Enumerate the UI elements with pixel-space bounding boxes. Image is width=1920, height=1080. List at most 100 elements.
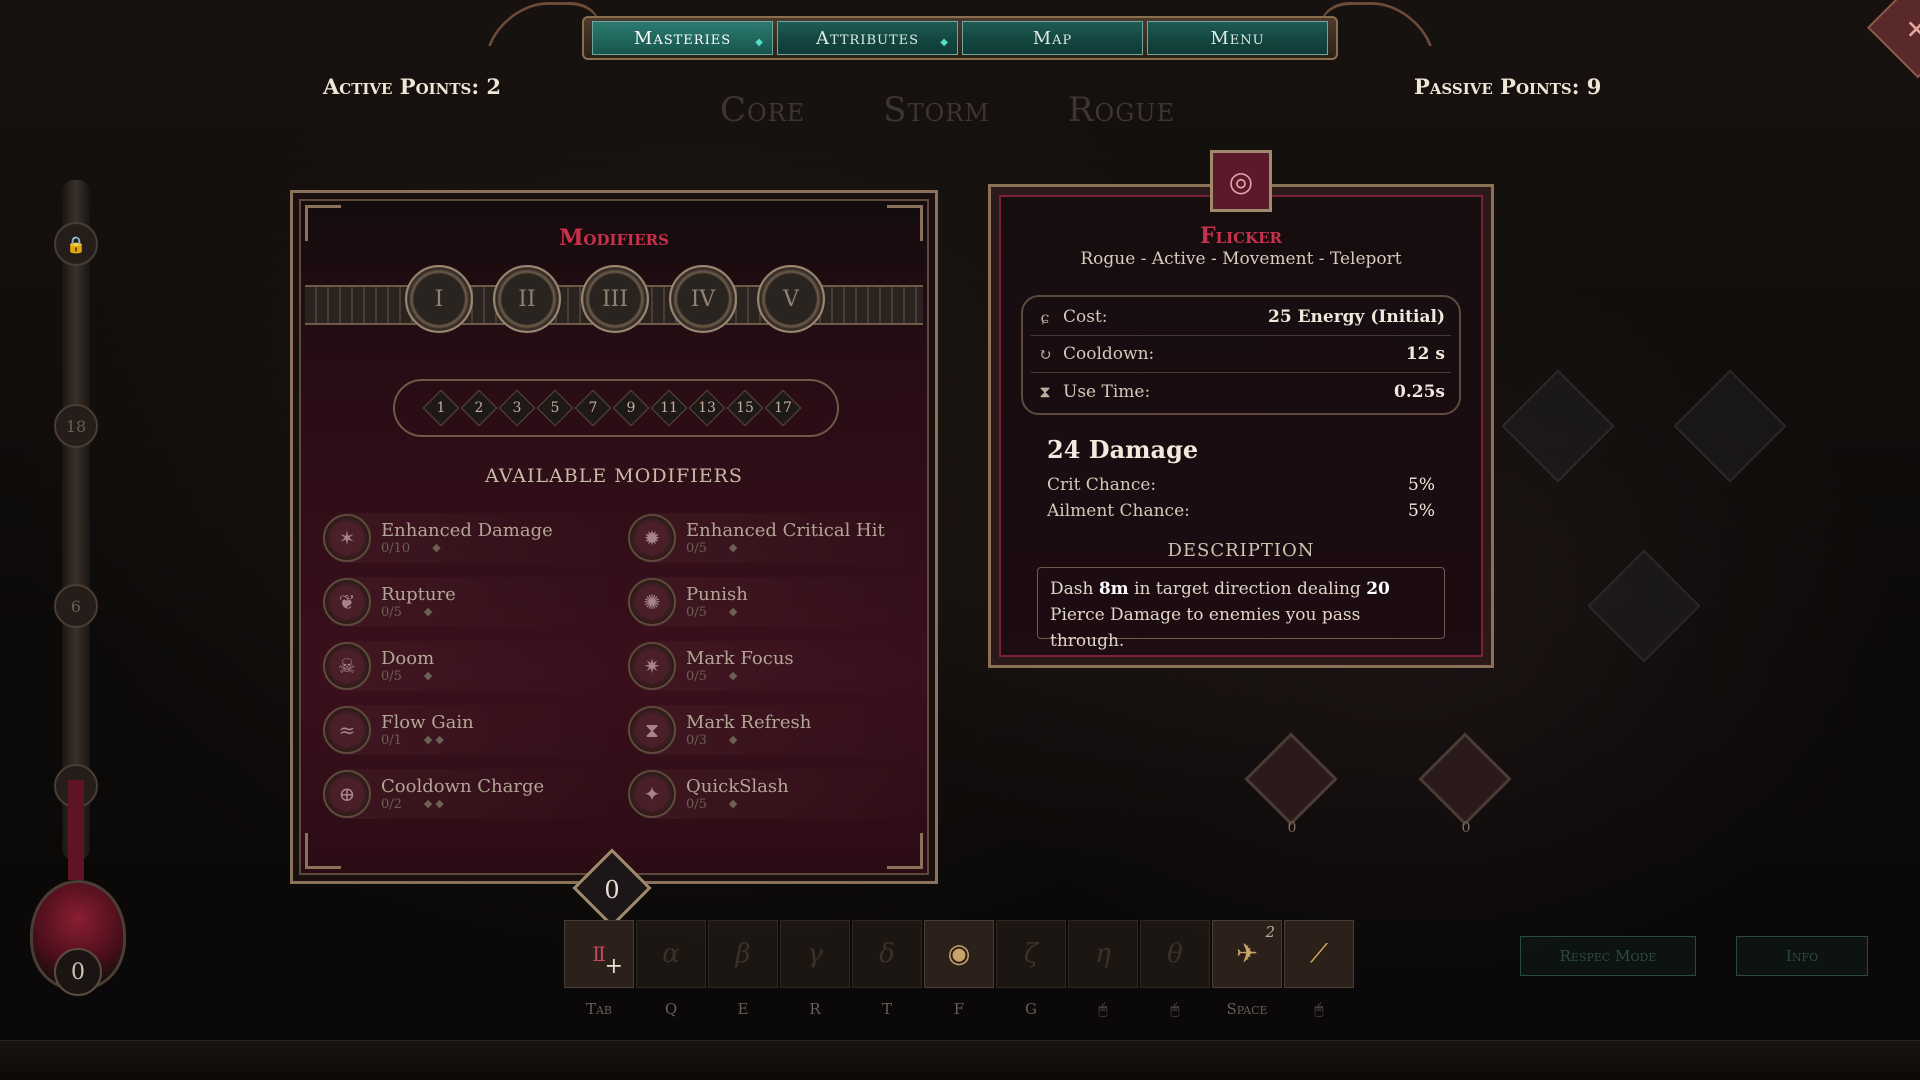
cooldown-icon: ↻ — [1038, 344, 1052, 364]
modifier-quickslash[interactable]: ✦ QuickSlash 0/5 ◆ — [628, 769, 913, 819]
tab-masteries-label: Masteries — [633, 27, 732, 49]
respec-mode-button[interactable]: Respec Mode — [1520, 936, 1696, 976]
modifiers-title: Modifiers — [559, 225, 669, 251]
modifier-rank: 0/5 — [686, 605, 707, 620]
key-label: G — [1025, 1000, 1037, 1018]
tab-attributes[interactable]: Attributes ◆ — [777, 21, 958, 55]
hotbar-slot-r[interactable]: γ — [780, 920, 850, 988]
modifier-name: Enhanced Critical Hit — [686, 520, 885, 541]
modifier-name: Punish — [686, 584, 748, 605]
modifier-rank: 0/5 — [686, 541, 707, 556]
modifier-enhanced-critical-hit[interactable]: ✹ Enhanced Critical Hit 0/5 ◆ — [628, 513, 913, 563]
modifier-cost-pips: ◆ — [423, 669, 436, 682]
modifier-flow-gain[interactable]: ≈ Flow Gain 0/1 ◆◆ — [323, 705, 608, 755]
hotbar-slot-g[interactable]: ζ — [996, 920, 1066, 988]
tab-menu-label: Menu — [1210, 27, 1265, 49]
level-marker: 7 — [579, 390, 607, 426]
hotbar-slot-mouse2[interactable]: θ — [1140, 920, 1210, 988]
background — [0, 0, 1920, 1080]
mouse-icon: 🖱 — [1314, 1000, 1324, 1018]
tab-menu[interactable]: Menu — [1147, 21, 1328, 55]
modifier-rank: 0/3 — [686, 733, 707, 748]
stat-value: 12 s — [1405, 344, 1445, 364]
mastery-tab-storm[interactable]: Storm — [883, 90, 990, 130]
modifier-punish[interactable]: ✺ Punish 0/5 ◆ — [628, 577, 913, 627]
modifier-enhanced-damage[interactable]: ✶ Enhanced Damage 0/10 ◆ — [323, 513, 608, 563]
level-marker: 9 — [617, 390, 645, 426]
modifier-doom[interactable]: ☠ Doom 0/5 ◆ — [323, 641, 608, 691]
tab-masteries[interactable]: Masteries ◆ — [592, 21, 773, 55]
hotbar-slot-f[interactable]: ◉ — [924, 920, 994, 988]
hotbar-slot-t[interactable]: δ — [852, 920, 922, 988]
level-marker: 1 — [427, 390, 455, 426]
modifier-rank: 0/5 — [381, 669, 402, 684]
tier-button-1[interactable]: I — [405, 265, 473, 333]
claw-icon: ✶ — [323, 514, 371, 562]
tier-button-5[interactable]: V — [757, 265, 825, 333]
hotbar-slot-e[interactable]: β — [708, 920, 778, 988]
flicker-skill-icon: ◎ — [1210, 150, 1272, 212]
key-label: R — [809, 1000, 821, 1018]
passive-points: Passive Points: 9 — [1414, 74, 1602, 99]
hotbar-keys: Tab Q E R T F G 🖱 🖱 Space 🖱 — [564, 1000, 1354, 1018]
hotbar-slot-mouse3[interactable]: ⟋ — [1284, 920, 1354, 988]
stat-label: Cooldown: — [1063, 344, 1155, 364]
modifier-rank: 0/10 — [381, 541, 411, 556]
mastery-tab-core[interactable]: Core — [720, 90, 805, 130]
modifier-name: Mark Focus — [686, 648, 794, 669]
hourglass-icon: ⧗ — [628, 706, 676, 754]
top-navigation: Masteries ◆ Attributes ◆ Map Menu — [487, 0, 1433, 64]
modifier-name: Doom — [381, 648, 435, 669]
modifier-cost-pips: ◆◆ — [423, 797, 447, 810]
blade-icon: ⟋ — [1309, 938, 1329, 969]
energy-icon: ɕ — [1040, 307, 1050, 327]
level-marker: 5 — [541, 390, 569, 426]
stat-cooldown: ↻ Cooldown: 12 s — [1031, 336, 1451, 373]
hotbar-slot-q[interactable]: ɑ — [636, 920, 706, 988]
tier-selector: I II III IV V — [405, 265, 825, 333]
tier-button-2[interactable]: II — [493, 265, 561, 333]
modifier-name: Cooldown Charge — [381, 776, 545, 797]
modifier-name: Rupture — [381, 584, 456, 605]
tier-button-3[interactable]: III — [581, 265, 649, 333]
mouse-icon: 🖱 — [1170, 1000, 1180, 1018]
tab-map[interactable]: Map — [962, 21, 1143, 55]
modifier-rupture[interactable]: ❦ Rupture 0/5 ◆ — [323, 577, 608, 627]
skill-damage: 24 Damage — [1047, 435, 1199, 464]
modifiers-panel: Modifiers I II III IV V 1 2 3 5 7 9 11 1… — [290, 190, 938, 884]
key-label: F — [953, 1000, 965, 1018]
hotbar-slot-tab[interactable]: Ⅱ + — [564, 920, 634, 988]
level-marker: 17 — [769, 390, 797, 426]
nav-tab-bar: Masteries ◆ Attributes ◆ Map Menu — [582, 16, 1338, 60]
tier-button-4[interactable]: IV — [669, 265, 737, 333]
mouse-icon: 🖱 — [1098, 1000, 1108, 1018]
key-label: T — [881, 1000, 892, 1018]
hotbar-slot-mouse1[interactable]: η — [1068, 920, 1138, 988]
crit-chance-row: Crit Chance: 5% — [1047, 475, 1435, 495]
stat-label: Cost: — [1063, 307, 1108, 327]
info-button[interactable]: Info — [1736, 936, 1868, 976]
modifier-mark-refresh[interactable]: ⧗ Mark Refresh 0/3 ◆ — [628, 705, 913, 755]
ailment-chance-row: Ailment Chance: 5% — [1047, 501, 1435, 521]
skill-name: Flicker — [1199, 223, 1283, 249]
track-node-6: 6 — [54, 584, 98, 628]
stat-value: 25 Energy (Initial) — [1268, 307, 1445, 327]
panel-corner-ornament — [305, 833, 341, 869]
level-marker: 2 — [465, 390, 493, 426]
level-marker: 3 — [503, 390, 531, 426]
modifier-rank: 0/1 — [381, 733, 402, 748]
ailment-chance-label: Ailment Chance: — [1047, 501, 1190, 521]
modifier-mark-focus[interactable]: ✷ Mark Focus 0/5 ◆ — [628, 641, 913, 691]
hotbar-slot-space[interactable]: ✈ 2 — [1212, 920, 1282, 988]
notification-dot-icon: ◆ — [755, 37, 764, 48]
modifier-cooldown-charge[interactable]: ⊕ Cooldown Charge 0/2 ◆◆ — [323, 769, 608, 819]
modifier-rank: 0/5 — [381, 605, 402, 620]
modifier-rank: 0/5 — [686, 797, 707, 812]
modifier-rank: 0/2 — [381, 797, 402, 812]
mastery-tab-rogue[interactable]: Rogue — [1068, 90, 1175, 130]
skill-description: Dash 8m in target direction dealing 20 P… — [1037, 567, 1445, 651]
skull-icon: ☠ — [323, 642, 371, 690]
modifier-name: Enhanced Damage — [381, 520, 553, 541]
skill-stats: ɕ Cost: 25 Energy (Initial) ↻ Cooldown: 12… — [1031, 299, 1451, 410]
modifier-cost-pips: ◆ — [423, 605, 436, 618]
